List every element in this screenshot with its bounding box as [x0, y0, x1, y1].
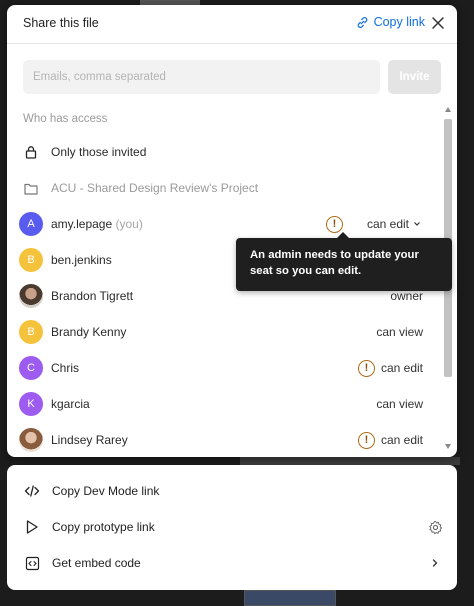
member-name: Brandy Kenny [51, 325, 127, 339]
scroll-up-arrow-icon[interactable] [445, 107, 451, 112]
scroll-down-arrow-icon[interactable] [445, 444, 451, 449]
member-name-text: amy.lepage [51, 217, 113, 231]
project-name: ACU - Shared Design Review's Project [51, 181, 259, 195]
share-actions-panel: Copy Dev Mode link Copy prototype link G… [7, 465, 457, 590]
copy-dev-mode-link-label: Copy Dev Mode link [52, 484, 160, 498]
folder-icon [19, 176, 43, 200]
permission-dropdown[interactable]: can view [376, 325, 423, 339]
avatar [19, 428, 43, 452]
warning-icon[interactable]: ! [358, 431, 375, 449]
avatar-slot [19, 428, 43, 452]
invite-row: Invite [23, 60, 441, 94]
background-canvas-strip [240, 457, 460, 465]
access-setting-row[interactable]: Only those invited [7, 134, 443, 170]
dialog-title: Share this file [23, 16, 99, 30]
avatar [19, 284, 43, 308]
copy-prototype-link-label: Copy prototype link [52, 520, 155, 534]
you-suffix: (you) [115, 217, 143, 231]
member-row: C Chris ! can edit [7, 350, 443, 386]
permission-dropdown[interactable]: can edit [381, 433, 423, 447]
chevron-down-icon[interactable] [413, 221, 421, 227]
seat-warning-tooltip: An admin needs to update your seat so yo… [236, 238, 452, 291]
embed-icon [23, 554, 41, 572]
project-access-row: ACU - Shared Design Review's Project [7, 170, 443, 206]
warning-icon[interactable]: ! [326, 215, 343, 233]
member-name: ben.jenkins [51, 253, 112, 267]
member-row: Lindsey Rarey ! can edit [7, 422, 443, 457]
member-row: B Brandy Kenny can view [7, 314, 443, 350]
avatar-slot: K [19, 392, 43, 416]
share-dialog: Share this file Copy link Invite Who has… [7, 5, 457, 457]
close-icon[interactable] [431, 16, 445, 30]
copy-dev-mode-link-button[interactable]: Copy Dev Mode link [7, 473, 457, 509]
link-icon [357, 16, 367, 28]
copy-link-label: Copy link [373, 15, 425, 29]
member-name: Chris [51, 361, 80, 375]
avatar: K [19, 392, 43, 416]
permission-dropdown[interactable]: can edit [367, 217, 409, 231]
avatar-slot: C [19, 356, 43, 380]
get-embed-code-label: Get embed code [52, 556, 141, 570]
permission-dropdown[interactable]: can edit [381, 361, 423, 375]
warning-icon[interactable]: ! [358, 359, 375, 377]
avatar-slot: A [19, 212, 43, 236]
lock-icon [19, 140, 43, 164]
avatar: B [19, 248, 43, 272]
copy-link-button[interactable]: Copy link [356, 15, 425, 29]
member-name: amy.lepage (you) [51, 217, 143, 231]
dialog-header: Share this file Copy link [7, 5, 457, 44]
member-row: K kgarcia can view [7, 386, 443, 422]
code-icon [23, 482, 41, 500]
member-name: Lindsey Rarey [51, 433, 128, 447]
access-setting-label: Only those invited [51, 145, 147, 159]
member-name: Brandon Tigrett [51, 289, 134, 303]
member-row: A amy.lepage (you) ! can edit [7, 206, 443, 242]
email-input[interactable] [23, 60, 380, 94]
member-name: kgarcia [51, 397, 90, 411]
avatar: A [19, 212, 43, 236]
avatar: C [19, 356, 43, 380]
permission-dropdown[interactable]: can view [376, 397, 423, 411]
gear-icon[interactable] [427, 519, 443, 535]
avatar: B [19, 320, 43, 344]
avatar-slot [19, 284, 43, 308]
play-icon [23, 518, 41, 536]
avatar-slot: B [19, 248, 43, 272]
permission-label: owner [390, 289, 423, 303]
avatar-slot: B [19, 320, 43, 344]
invite-button[interactable]: Invite [388, 60, 441, 94]
who-has-access-label: Who has access [23, 113, 108, 125]
get-embed-code-button[interactable]: Get embed code [7, 545, 457, 581]
chevron-right-icon [427, 555, 443, 571]
copy-prototype-link-button[interactable]: Copy prototype link [7, 509, 457, 545]
background-thumbnail [244, 590, 336, 606]
